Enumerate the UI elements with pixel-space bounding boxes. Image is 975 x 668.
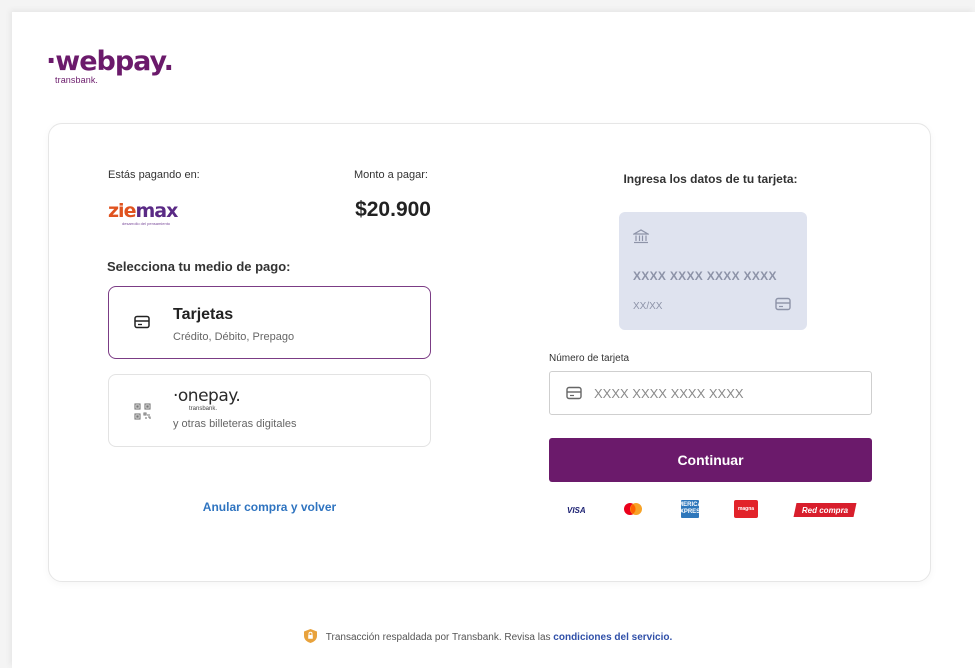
card-form-title: Ingresa los datos de tu tarjeta: bbox=[623, 172, 798, 186]
shield-lock-icon bbox=[303, 628, 318, 647]
magna-logo: magna bbox=[734, 500, 758, 518]
card-number-field[interactable] bbox=[549, 371, 872, 415]
cancel-purchase-link[interactable]: Anular compra y volver bbox=[108, 500, 431, 514]
footer-notice: Transacción respaldada por Transbank. Re… bbox=[325, 632, 551, 643]
mastercard-logo bbox=[622, 500, 644, 520]
option-onepay-subtitle: y otras billeteras digitales bbox=[173, 418, 297, 430]
option-cards-title: Tarjetas bbox=[173, 306, 234, 323]
merchant-logo: ziemax desarrollo del pensamiento bbox=[108, 200, 178, 226]
payment-card: Estás pagando en: Monto a pagar: ziemax … bbox=[48, 123, 931, 582]
merchant-logo-part1: zie bbox=[108, 200, 136, 222]
card-preview-expiry: XX/XX bbox=[633, 301, 663, 312]
bank-icon bbox=[631, 229, 651, 249]
card-preview: XXXX XXXX XXXX XXXX XX/XX bbox=[619, 212, 807, 330]
onepay-logo: ·onepay. bbox=[173, 386, 241, 406]
webpay-logo-text: ·webpay. bbox=[46, 46, 174, 77]
option-cards-subtitle: Crédito, Débito, Prepago bbox=[173, 331, 295, 343]
webpay-logo: ·webpay. transbank. bbox=[46, 46, 174, 86]
qr-code-icon bbox=[134, 403, 151, 425]
card-number-label: Número de tarjeta bbox=[549, 353, 630, 364]
card-preview-number: XXXX XXXX XXXX XXXX bbox=[633, 269, 777, 283]
terms-link[interactable]: condiciones del servicio. bbox=[553, 632, 672, 643]
redcompra-text: Red compra bbox=[801, 505, 849, 515]
credit-card-icon bbox=[566, 386, 582, 405]
payment-option-onepay[interactable]: ·onepay. transbank. y otras billeteras d… bbox=[108, 374, 431, 447]
amount-value: $20.900 bbox=[355, 198, 431, 221]
credit-card-icon bbox=[134, 315, 150, 334]
payment-option-cards[interactable]: Tarjetas Crédito, Débito, Prepago bbox=[108, 286, 431, 359]
footer-text: Transacción respaldada por Transbank. Re… bbox=[326, 632, 672, 643]
redcompra-logo: Red compra bbox=[793, 503, 857, 517]
footer: Transacción respaldada por Transbank. Re… bbox=[0, 628, 975, 647]
card-chip-icon bbox=[775, 297, 791, 316]
transbank-logo-sub: transbank. bbox=[55, 75, 99, 85]
visa-logo: VISA bbox=[567, 505, 586, 515]
merchant-tagline: desarrollo del pensamiento bbox=[122, 221, 171, 226]
select-method-title: Selecciona tu medio de pago: bbox=[107, 259, 291, 274]
card-number-input[interactable] bbox=[594, 383, 854, 403]
paying-at-label: Estás pagando en: bbox=[108, 169, 200, 181]
merchant-logo-part2: max bbox=[135, 200, 178, 222]
page-frame: ·webpay. transbank. Estás pagando en: Mo… bbox=[12, 12, 975, 668]
continue-button[interactable]: Continuar bbox=[549, 438, 872, 482]
onepay-logo-sub: transbank. bbox=[189, 406, 218, 412]
amex-logo: AMERICAN EXPRESS bbox=[674, 500, 706, 518]
amount-label: Monto a pagar: bbox=[354, 169, 428, 181]
card-brands: VISA AMERICAN EXPRESS magna Red compra bbox=[559, 500, 864, 522]
